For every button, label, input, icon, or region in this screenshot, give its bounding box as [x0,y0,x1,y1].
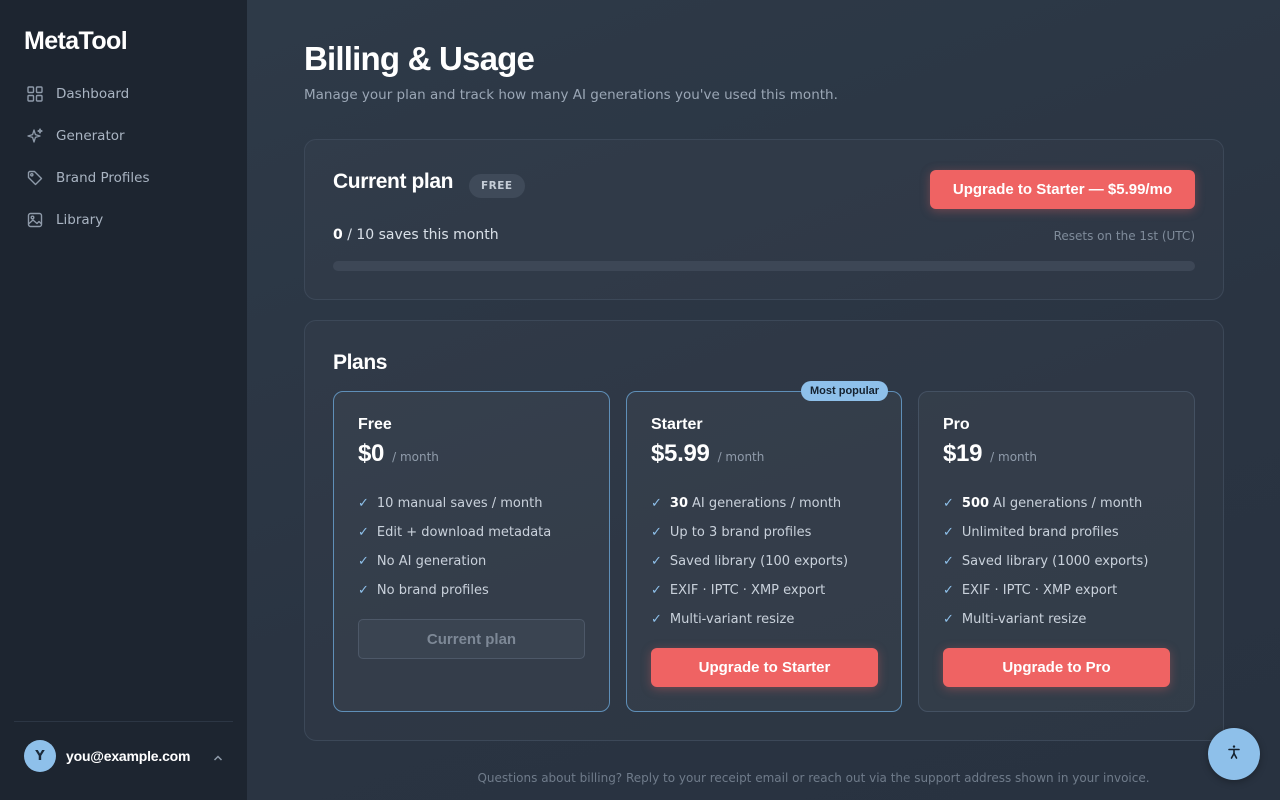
tag-icon [26,169,44,187]
avatar: Y [24,740,56,772]
plan-badge: FREE [469,174,525,198]
check-icon: ✓ [651,612,662,627]
plan-name: Free [358,416,392,433]
plan-card-free: Free $0 / month ✓ 10 manual saves / month… [333,391,610,712]
check-icon: ✓ [358,496,369,511]
sidebar-item-label: Brand Profiles [56,170,150,186]
check-icon: ✓ [943,496,954,511]
sidebar-divider [14,721,233,722]
sidebar-item-generator[interactable]: Generator [14,120,233,152]
feature-item: ✓ Saved library (100 exports) [651,554,849,569]
app-logo[interactable]: MetaTool [24,27,128,56]
chevron-up-icon[interactable] [212,749,224,768]
accessibility-icon [1226,744,1242,764]
plan-name: Pro [943,416,970,433]
feature-item: ✓ Edit + download metadata [358,525,552,540]
check-icon: ✓ [358,583,369,598]
feature-item: ✓ No AI generation [358,554,487,569]
usage-suffix: / 10 saves this month [347,227,499,243]
feature-item: ✓ Saved library (1000 exports) [943,554,1149,569]
plan-price-period: / month [717,450,765,464]
sidebar-item-brand-profiles[interactable]: Brand Profiles [14,162,233,194]
user-menu[interactable]: Y you@example.com [24,739,224,773]
plan-name: Starter [651,416,703,433]
current-plan-title: Current plan [333,170,454,193]
sidebar-item-dashboard[interactable]: Dashboard [14,78,233,110]
page-title: Billing & Usage [304,40,535,77]
plan-price-amount: $5.99 [651,440,710,467]
feature-list: ✓ 10 manual saves / month ✓ Edit + downloa… [358,489,551,605]
feature-item: ✓ EXIF · IPTC · XMP export [943,583,1118,598]
current-plan-card: Current plan FREE Upgrade to Starter — $… [304,139,1224,300]
upgrade-to-starter-button[interactable]: Upgrade to Starter — $5.99/mo [930,170,1195,209]
feature-item: ✓ Unlimited brand profiles [943,525,1119,540]
usage-text: 0 / 10 saves this month [333,227,499,243]
grid-icon [26,85,44,103]
image-icon [26,211,44,229]
feature-item: ✓ 10 manual saves / month [358,496,543,511]
check-icon: ✓ [651,496,662,511]
plan-price: $5.99 / month [651,440,764,468]
feature-item: ✓ No brand profiles [358,583,489,598]
sidebar-item-library[interactable]: Library [14,204,233,236]
feature-item: ✓ 500 AI generations / month [943,496,1143,511]
check-icon: ✓ [651,554,662,569]
plans-title: Plans [333,351,388,374]
current-plan-button: Current plan [358,619,585,659]
plan-price: $0 / month [358,440,439,468]
plan-price-amount: $0 [358,440,385,467]
check-icon: ✓ [651,583,662,598]
most-popular-badge: Most popular [801,381,889,401]
reset-text: Resets on the 1st (UTC) [1053,229,1195,243]
sidebar-item-label: Generator [56,128,125,144]
user-email: you@example.com [66,748,191,764]
check-icon: ✓ [358,525,369,540]
feature-item: ✓ EXIF · IPTC · XMP export [651,583,826,598]
usage-progress-bar [333,261,1195,271]
feature-list: ✓ 500 AI generations / month ✓ Unlimited br… [943,489,1148,634]
upgrade-to-starter-plan-button[interactable]: Upgrade to Starter [651,648,878,687]
page-subtitle: Manage your plan and track how many AI g… [304,87,838,103]
feature-item: ✓ Multi-variant resize [943,612,1087,627]
plans-card: Plans Free $0 / month ✓ 10 manual saves /… [304,320,1224,741]
check-icon: ✓ [651,525,662,540]
sparkle-icon [26,127,44,145]
plan-price: $19 / month [943,440,1037,468]
check-icon: ✓ [358,554,369,569]
plan-price-period: / month [392,450,439,464]
sidebar-nav: Dashboard Generator Brand Profiles Libra… [14,78,233,246]
sidebar-item-label: Library [56,212,104,228]
feature-item: ✓ 30 AI generations / month [651,496,842,511]
check-icon: ✓ [943,525,954,540]
main-content: Billing & Usage Manage your plan and tra… [247,0,1280,800]
feature-list: ✓ 30 AI generations / month ✓ Up to 3 brand… [651,489,848,634]
sidebar: MetaTool Dashboard Generator Brand Profi… [0,0,247,800]
plan-card-starter: Most popular Starter $5.99 / month ✓ 30 AI… [626,381,902,712]
sidebar-item-label: Dashboard [56,86,130,102]
check-icon: ✓ [943,612,954,627]
plan-price-amount: $19 [943,440,983,467]
feature-item: ✓ Multi-variant resize [651,612,795,627]
feature-item: ✓ Up to 3 brand profiles [651,525,812,540]
upgrade-to-pro-button[interactable]: Upgrade to Pro [943,648,1170,687]
check-icon: ✓ [943,554,954,569]
billing-footer-note: Questions about billing? Reply to your r… [477,771,1150,785]
usage-count: 0 [333,227,343,243]
plan-card-pro: Pro $19 / month ✓ 500 AI generations / mon… [918,391,1195,712]
plan-price-period: / month [990,450,1037,464]
accessibility-button[interactable] [1208,728,1260,780]
check-icon: ✓ [943,583,954,598]
